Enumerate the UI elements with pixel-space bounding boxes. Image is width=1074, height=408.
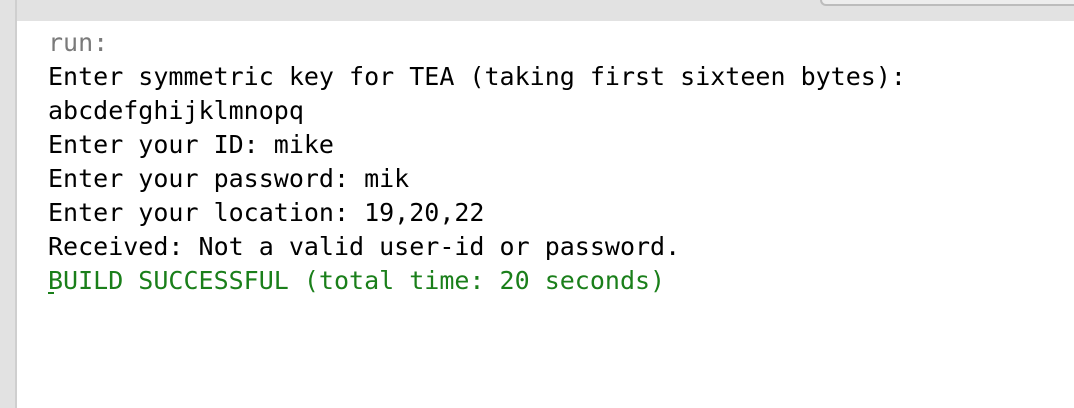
output-line-received: Received: Not a valid user-id or passwor…	[48, 232, 681, 261]
console-output[interactable]: run: Enter symmetric key for TEA (taking…	[48, 26, 906, 298]
output-window: run: Enter symmetric key for TEA (taking…	[0, 0, 1074, 408]
output-line-location: Enter your location: 19,20,22	[48, 198, 485, 227]
build-status: BUILD SUCCESSFUL (total time: 20 seconds…	[48, 266, 666, 295]
tab-edge	[820, 0, 1074, 6]
output-line-id: Enter your ID: mike	[48, 130, 334, 159]
output-line-key-input: abcdefghijklmnopq	[48, 96, 304, 125]
output-line-prompt-key: Enter symmetric key for TEA (taking firs…	[48, 62, 906, 91]
left-gutter	[0, 0, 15, 408]
run-label: run:	[48, 28, 109, 57]
toolbar-area	[0, 0, 1074, 21]
output-line-password: Enter your password: mik	[48, 164, 410, 193]
gutter-divider	[15, 0, 17, 408]
text-cursor	[48, 292, 54, 294]
